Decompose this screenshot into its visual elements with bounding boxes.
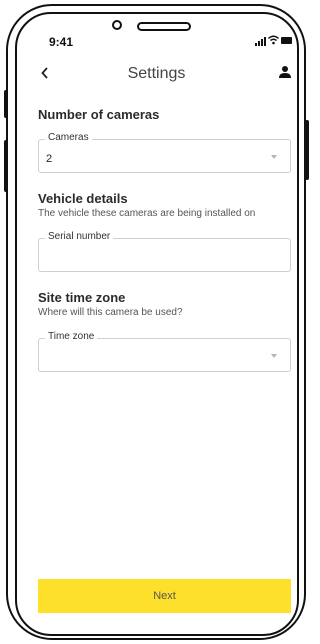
timezone-label: Time zone [45, 331, 98, 342]
phone-screen [15, 12, 299, 636]
vehicle-section-title: Vehicle details [38, 191, 128, 206]
cameras-label: Cameras [45, 132, 92, 143]
phone-side-button-volume [4, 140, 8, 192]
next-button[interactable]: Next [38, 579, 291, 613]
timezone-select[interactable]: Time zone [38, 331, 291, 372]
page-title: Settings [127, 65, 186, 82]
chevron-down-icon [271, 354, 277, 358]
status-icons [255, 35, 295, 47]
serial-number-label: Serial number [45, 231, 114, 242]
vehicle-section-subtitle: The vehicle these cameras are being inst… [38, 208, 256, 219]
chevron-down-icon [271, 155, 277, 159]
cameras-value: 2 [46, 153, 53, 165]
front-camera-icon [112, 20, 122, 30]
user-icon[interactable] [278, 65, 292, 79]
phone-side-button-power [305, 120, 309, 180]
wifi-icon [268, 35, 279, 45]
battery-icon [281, 37, 292, 44]
serial-number-field[interactable]: Serial number [38, 231, 291, 272]
phone-side-button-silent [4, 90, 8, 118]
timezone-section-subtitle: Where will this camera be used? [38, 307, 183, 318]
cameras-section-title: Number of cameras [38, 107, 160, 122]
status-time: 9:41 [49, 35, 74, 49]
cameras-select[interactable]: Cameras 2 [38, 132, 291, 173]
earpiece-speaker [137, 22, 191, 31]
timezone-section-title: Site time zone [38, 290, 126, 305]
